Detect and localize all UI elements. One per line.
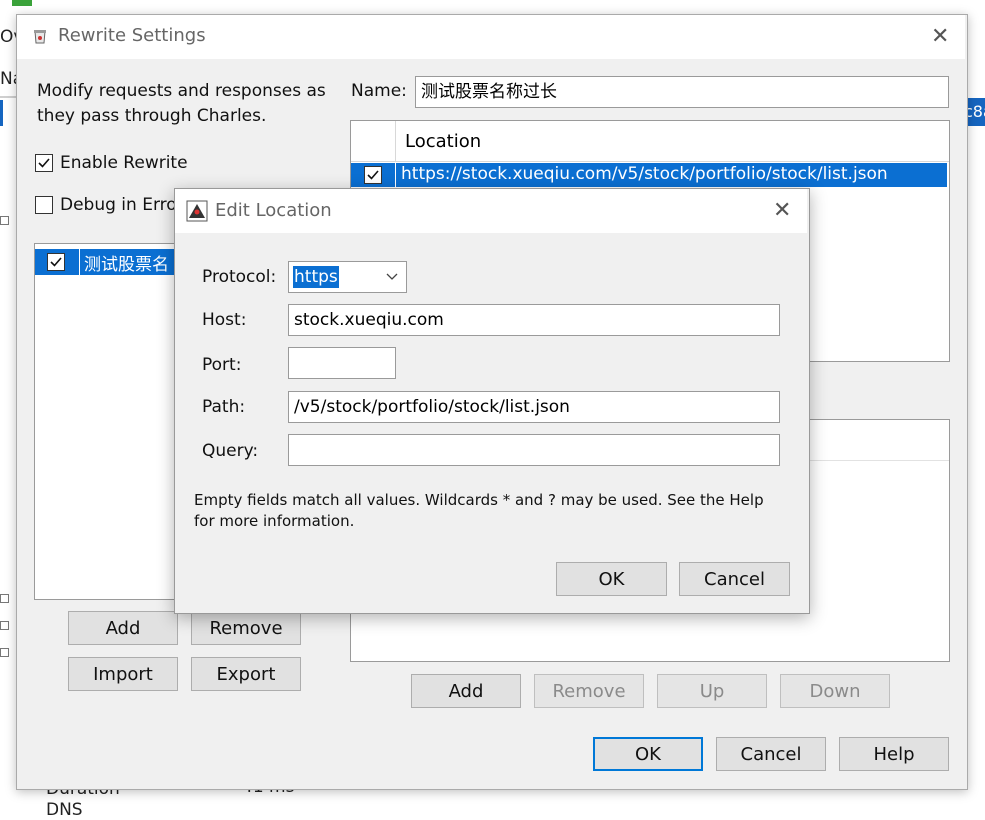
move-down-button[interactable]: Down <box>780 674 890 708</box>
rewrite-settings-title: Rewrite Settings <box>58 25 206 46</box>
help-button[interactable]: Help <box>839 737 949 771</box>
edit-ok-button[interactable]: OK <box>556 562 667 596</box>
rewrite-settings-titlebar: Rewrite Settings ✕ <box>17 15 965 59</box>
location-column-header[interactable]: Location <box>405 131 481 152</box>
name-field[interactable]: 测试股票名称过长 <box>415 76 949 108</box>
background-selection-fragment <box>0 100 3 126</box>
check-icon <box>50 257 62 267</box>
add-rule-button[interactable]: Add <box>411 674 521 708</box>
help-text: Empty fields match all values. Wildcards… <box>194 491 764 530</box>
edit-location-titlebar: Edit Location ✕ <box>175 189 807 233</box>
tree-toggle-icon[interactable] <box>0 648 9 657</box>
background-divider <box>0 96 16 98</box>
remove-set-button[interactable]: Remove <box>191 611 301 645</box>
protocol-label: Protocol: <box>202 267 277 287</box>
name-label: Name: <box>351 81 407 101</box>
column-divider <box>395 121 396 161</box>
close-icon[interactable]: ✕ <box>773 200 791 222</box>
query-field[interactable] <box>288 434 780 466</box>
ok-button[interactable]: OK <box>593 737 703 771</box>
background-toolbar <box>0 0 985 14</box>
tree-toggle-icon[interactable] <box>0 621 9 630</box>
cancel-button[interactable]: Cancel <box>716 737 826 771</box>
import-button[interactable]: Import <box>68 657 178 691</box>
background-dns-label: DNS <box>46 800 83 820</box>
rewrite-set-name: 测试股票名 <box>84 255 169 275</box>
check-icon <box>38 158 50 168</box>
rewrite-set-checkbox[interactable] <box>47 253 65 271</box>
rewrite-sets-list[interactable]: 测试股票名 <box>34 243 184 600</box>
tree-toggle-icon[interactable] <box>0 594 9 603</box>
host-field[interactable]: stock.xueqiu.com <box>288 304 780 336</box>
column-divider <box>79 249 80 275</box>
query-label: Query: <box>202 441 259 461</box>
enable-rewrite-label: Enable Rewrite <box>60 153 188 173</box>
locations-header: Location <box>351 121 949 162</box>
toolbar-icon-fragment <box>12 0 32 6</box>
edit-location-title: Edit Location <box>215 200 332 221</box>
close-icon[interactable]: ✕ <box>931 26 949 48</box>
location-url: https://stock.xueqiu.com/v5/stock/portfo… <box>401 164 888 184</box>
check-icon <box>367 170 379 180</box>
charles-app-icon <box>34 30 46 44</box>
path-field[interactable]: /v5/stock/portfolio/stock/list.json <box>288 391 780 423</box>
protocol-value: https <box>293 266 339 288</box>
port-field[interactable] <box>288 347 396 379</box>
export-button[interactable]: Export <box>191 657 301 691</box>
location-checkbox[interactable] <box>364 166 382 184</box>
edit-cancel-button[interactable]: Cancel <box>679 562 790 596</box>
enable-rewrite-checkbox[interactable] <box>35 154 53 172</box>
location-row[interactable]: https://stock.xueqiu.com/v5/stock/portfo… <box>351 163 947 187</box>
debug-checkbox[interactable] <box>35 196 53 214</box>
add-set-button[interactable]: Add <box>68 611 178 645</box>
edit-location-dialog: Edit Location ✕ Protocol: https Host: st… <box>174 188 810 614</box>
tree-toggle-icon[interactable] <box>0 216 9 225</box>
port-label: Port: <box>202 355 242 375</box>
rewrite-description: Modify requests and responses as they pa… <box>37 81 326 126</box>
host-label: Host: <box>202 310 247 330</box>
rewrite-set-row[interactable]: 测试股票名 <box>35 249 183 275</box>
remove-rule-button[interactable]: Remove <box>534 674 644 708</box>
path-label: Path: <box>202 397 246 417</box>
edit-location-app-icon <box>186 200 208 222</box>
protocol-select[interactable]: https <box>288 261 407 293</box>
debug-label: Debug in Erro <box>60 195 177 215</box>
move-up-button[interactable]: Up <box>657 674 767 708</box>
column-divider <box>395 163 396 187</box>
chevron-down-icon <box>386 273 398 280</box>
